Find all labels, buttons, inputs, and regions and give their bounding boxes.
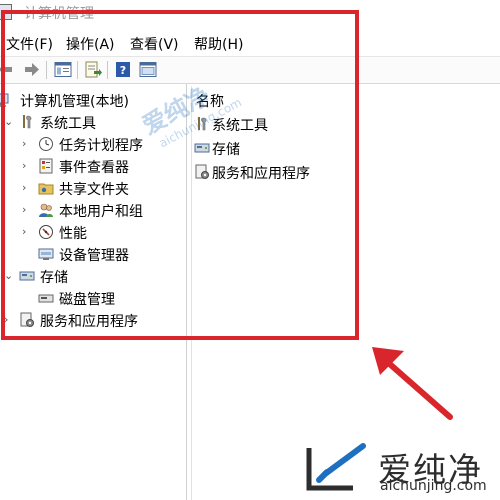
brand-logo-url: aichunjing.com: [380, 478, 487, 494]
brand-logo-icon: [306, 443, 366, 491]
red-arrow-icon: [372, 347, 453, 420]
highlight-box: [1, 10, 359, 340]
